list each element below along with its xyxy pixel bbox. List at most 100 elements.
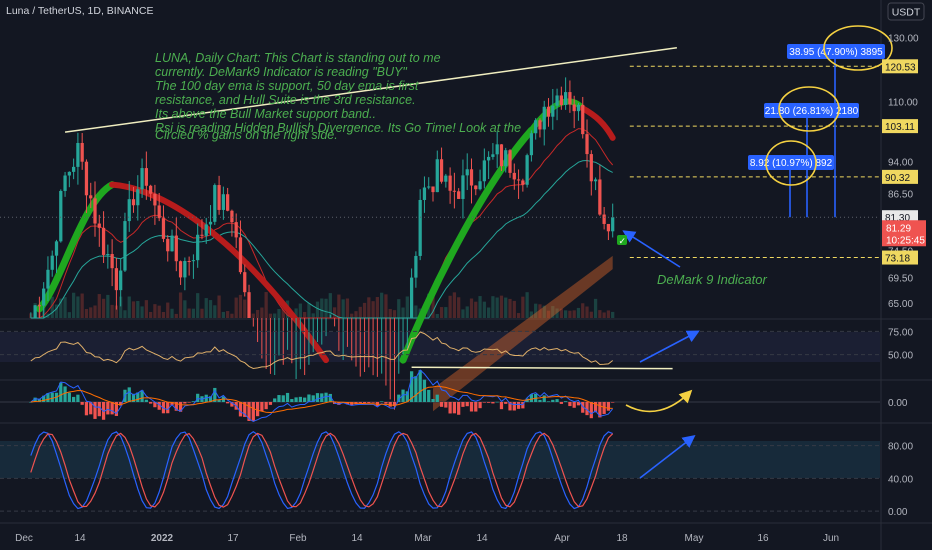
volume-bar [80, 293, 84, 318]
volume-bar [602, 312, 606, 318]
volume-bar [230, 313, 234, 318]
macd-bar [226, 402, 230, 404]
volume-bar [110, 304, 114, 318]
price-axis[interactable]: 130.00110.0094.0086.5074.5069.5065.00120… [882, 33, 926, 310]
volume-bar [200, 308, 204, 318]
candle-body [217, 185, 221, 210]
volume-bar [512, 300, 516, 318]
macd-bar [486, 402, 491, 403]
current-price: 81.29 [886, 223, 911, 234]
time-label: 14 [476, 533, 488, 544]
macd-bar [491, 402, 495, 404]
volume-bar [499, 295, 504, 318]
candle-body [93, 198, 97, 224]
volume-bar [350, 313, 354, 318]
chart-canvas[interactable]: 38.95 (47.90%) 389521.80 (26.81%) 21808.… [0, 0, 932, 550]
volume-bar [465, 306, 469, 318]
macd-bar [80, 402, 84, 405]
volume-bar [315, 301, 320, 318]
candle-body [572, 104, 576, 112]
candle-body [581, 104, 585, 135]
candle-body [42, 288, 46, 306]
candle-body [76, 142, 80, 167]
rsi-tick: 50.00 [888, 351, 913, 362]
volume-bar [478, 296, 482, 318]
volume-bar [486, 307, 491, 318]
volume-bar [611, 311, 615, 318]
volume-bar [178, 292, 183, 318]
time-label: 2022 [151, 533, 174, 544]
volume-bar [332, 307, 337, 318]
volume-bar [307, 303, 311, 318]
volume-bar [572, 310, 576, 318]
time-label: 14 [74, 533, 86, 544]
candle-body [555, 95, 559, 106]
macd-bar [572, 402, 576, 408]
macd-bar [431, 398, 435, 402]
level-label: 103.11 [885, 122, 915, 133]
macd-bar [281, 395, 285, 402]
candle-body [247, 292, 251, 318]
candle-body [568, 92, 572, 105]
volume-bar [474, 301, 478, 318]
volume-bar [196, 293, 200, 318]
volume-bar [362, 302, 367, 318]
annotation-line-7: Circled % gains on the right side. [155, 128, 338, 142]
candle-body [521, 180, 525, 185]
volume-bar [516, 313, 521, 318]
macd-bar [50, 392, 54, 402]
time-axis[interactable]: Dec 14 2022 17 Feb 14 Mar 14 Apr 18 May 16 Jun [15, 533, 839, 544]
macd-bar [251, 402, 255, 422]
macd-bar [285, 392, 290, 402]
volume-bar [461, 309, 465, 318]
currency-button[interactable]: USDT [887, 2, 925, 21]
candle-body [559, 95, 563, 105]
volume-bar [593, 298, 598, 318]
candle-body [465, 169, 469, 176]
candle-body [439, 159, 444, 182]
candle-body [469, 169, 474, 186]
macd-bar [499, 402, 504, 410]
candle-body [585, 134, 589, 155]
volume-bar [508, 298, 512, 318]
volume-bar [469, 298, 474, 318]
volume-bar [439, 307, 444, 318]
volume-bar [585, 306, 589, 318]
macd-bar [183, 402, 187, 404]
macd-bar [307, 394, 311, 402]
candle-body [174, 235, 178, 262]
macd-bar [461, 402, 465, 407]
annotation-line-2: currently. DeMark9 Indicator is reading … [155, 65, 407, 79]
price-tick: 69.50 [888, 273, 913, 284]
macd-bar [444, 402, 448, 408]
volume-bar [384, 294, 388, 318]
volume-bar [354, 311, 358, 318]
macd-bar [589, 402, 593, 419]
annotation-line-1: LUNA, Daily Chart: This Chart is standin… [155, 51, 441, 65]
volume-bar [127, 296, 131, 318]
macd-bar [555, 399, 559, 402]
price-tick: 110.00 [888, 97, 918, 108]
candle-body [50, 255, 54, 270]
candle-body [444, 175, 448, 182]
macd-bar [260, 402, 264, 412]
volume-bar [243, 299, 247, 318]
volume-bar [482, 301, 486, 318]
volume-bar [303, 311, 307, 318]
volume-bar [521, 296, 525, 318]
macd-bar [268, 402, 273, 405]
volume-bar [397, 299, 401, 318]
level-label: 90.32 [885, 173, 910, 184]
volume-bar [67, 312, 71, 318]
volume-bar [153, 304, 157, 318]
candle-body [461, 175, 465, 199]
volume-bar [581, 303, 585, 318]
macd-bar [63, 386, 67, 402]
candle-body [101, 227, 106, 255]
volume-bar [576, 307, 581, 318]
candle-body [37, 305, 42, 307]
candle-body [71, 166, 76, 172]
candle-body [546, 106, 551, 117]
macd-bar [97, 402, 101, 417]
candle-body [221, 194, 225, 210]
